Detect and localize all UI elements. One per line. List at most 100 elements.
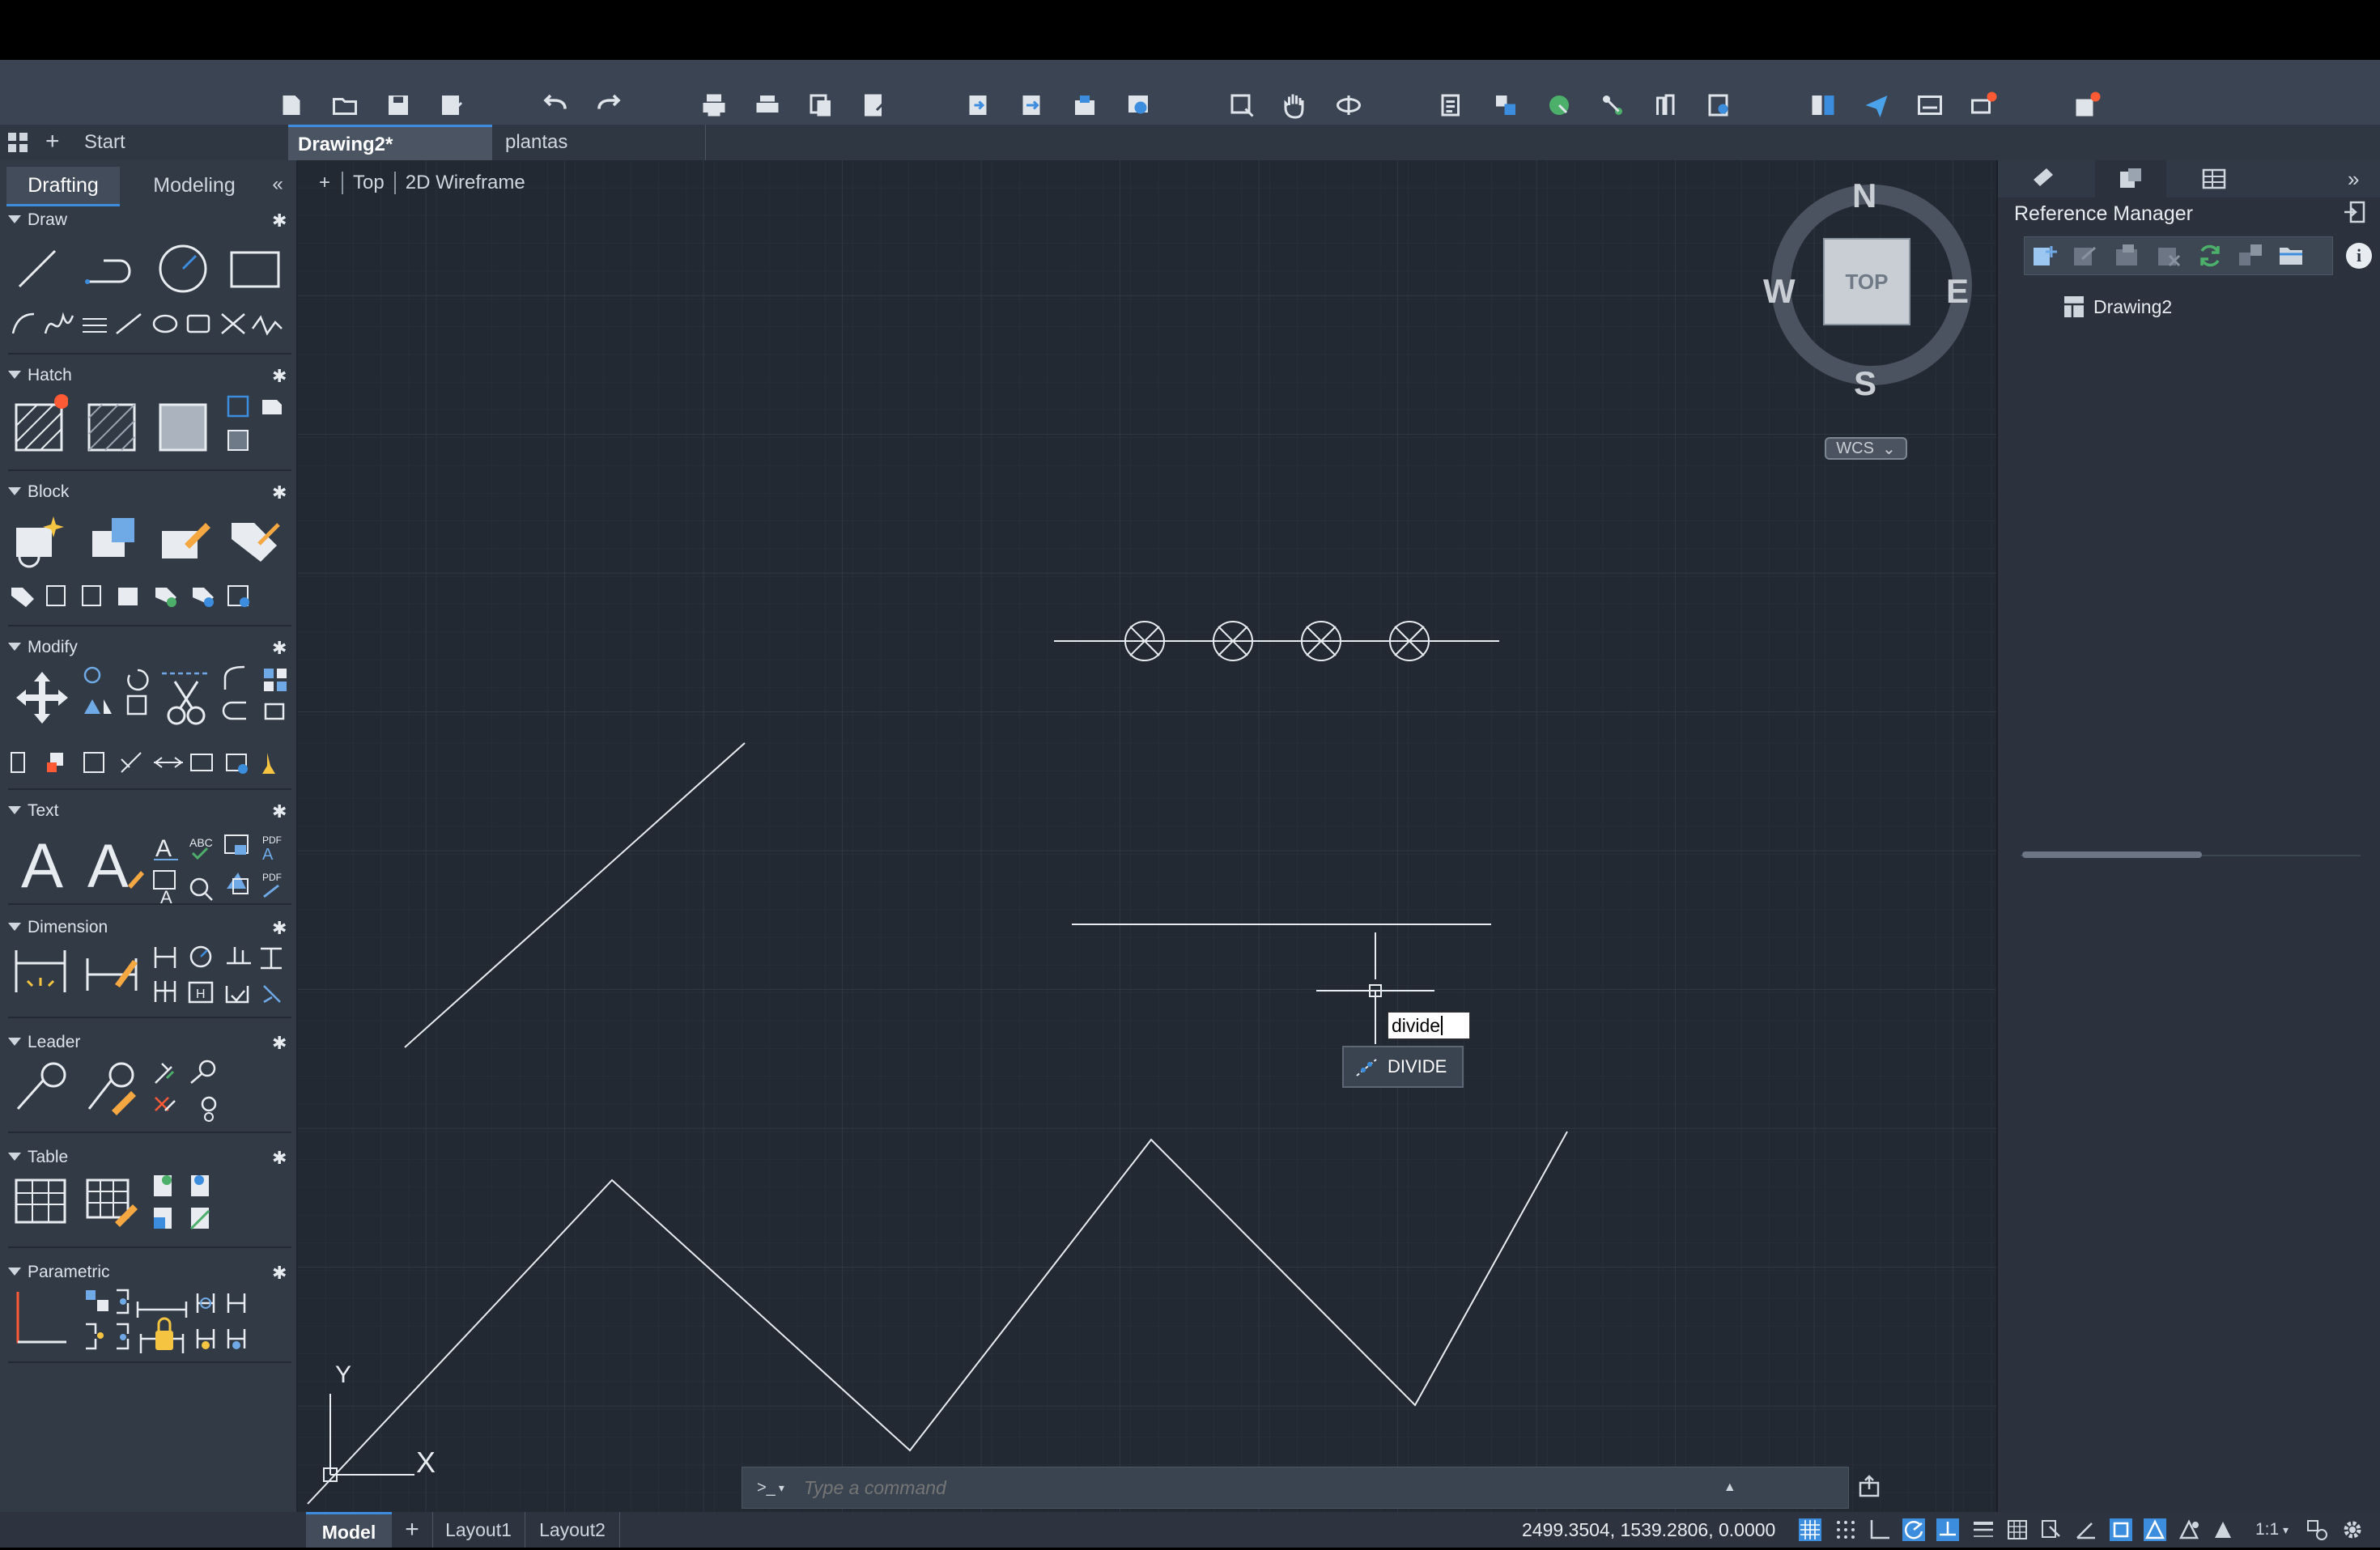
transparency-icon[interactable] xyxy=(2006,1518,2029,1541)
ortho-mode-icon[interactable] xyxy=(1868,1518,1891,1541)
tab-plantas[interactable]: plantas xyxy=(495,125,706,160)
undo-icon[interactable] xyxy=(534,84,576,126)
region-icon[interactable] xyxy=(223,392,253,421)
gradient-icon[interactable] xyxy=(84,393,141,455)
attach-reference-icon[interactable] xyxy=(2030,241,2059,270)
command-prompt-icon[interactable]: >_ xyxy=(757,1479,776,1497)
object-snap-icon[interactable] xyxy=(2110,1518,2132,1541)
save-icon[interactable] xyxy=(377,84,419,126)
table-small-tools[interactable] xyxy=(151,1169,223,1237)
reference-tree-item[interactable]: Drawing2 xyxy=(2063,295,2172,319)
snap-tracking-icon[interactable] xyxy=(2144,1518,2166,1541)
gear-icon[interactable]: ✱ xyxy=(272,638,287,659)
section-text[interactable]: Text ✱ xyxy=(0,796,296,829)
create-block-icon[interactable] xyxy=(84,512,141,568)
section-table[interactable]: Table ✱ xyxy=(0,1143,296,1175)
gear-icon[interactable]: ✱ xyxy=(272,1263,287,1284)
isometric-drafting-icon[interactable] xyxy=(1936,1518,1959,1541)
draw-tools-row[interactable] xyxy=(8,309,291,338)
text-small-tools[interactable]: A ABC PDF A A PDF xyxy=(151,829,293,907)
command-line[interactable]: >_ ▾ ▲ xyxy=(742,1467,1849,1509)
web-mobile-icon[interactable] xyxy=(1117,84,1159,126)
annotation-visibility-icon[interactable] xyxy=(2178,1518,2200,1541)
wipeout-icon[interactable] xyxy=(257,392,287,421)
tab-drafting[interactable]: Drafting xyxy=(6,167,120,206)
share-view-icon[interactable] xyxy=(1592,84,1634,126)
gear-icon[interactable]: ✱ xyxy=(272,366,287,387)
change-path-icon[interactable] xyxy=(2236,241,2265,270)
detach-reference-icon[interactable] xyxy=(2155,241,2184,270)
info-icon[interactable]: i xyxy=(2346,243,2372,269)
annotation-scale-icon[interactable] xyxy=(2212,1518,2234,1541)
section-hatch[interactable]: Hatch ✱ xyxy=(0,361,296,393)
match-properties-icon[interactable] xyxy=(1485,84,1527,126)
batch-plot-icon[interactable] xyxy=(746,84,788,126)
modify-small-tools-2[interactable] xyxy=(219,662,296,746)
add-layout-plus-icon[interactable]: + xyxy=(400,1512,424,1548)
line-tool-icon[interactable] xyxy=(13,244,62,293)
folder-view-icon[interactable] xyxy=(2276,241,2306,270)
gear-icon[interactable]: ✱ xyxy=(272,801,287,822)
compass-north[interactable]: N xyxy=(1852,176,1876,215)
leader-small-tools[interactable] xyxy=(151,1054,248,1122)
selection-cycling-icon[interactable] xyxy=(2040,1518,2063,1541)
lineweight-icon[interactable] xyxy=(1972,1518,1995,1541)
modify-small-tools-1[interactable] xyxy=(81,664,162,745)
history-up-icon[interactable]: ▲ xyxy=(1723,1480,1736,1495)
move-icon[interactable] xyxy=(11,667,73,728)
viewport-menu-button[interactable]: + xyxy=(319,172,342,194)
command-input[interactable] xyxy=(801,1472,1664,1503)
dynamic-ucs-icon[interactable] xyxy=(2074,1518,2097,1541)
gear-icon[interactable]: ✱ xyxy=(272,918,287,939)
dock-panel-icon[interactable] xyxy=(2343,199,2370,227)
drawing-canvas[interactable]: Y X + Top 2D Wireframe TOP N S E W WCS ⌄… xyxy=(298,160,1996,1512)
multileader-icon[interactable] xyxy=(11,1057,70,1115)
parametric-small-tools[interactable] xyxy=(78,1285,296,1353)
reload-reference-icon[interactable] xyxy=(2113,241,2142,270)
multiline-text-icon[interactable]: A xyxy=(11,829,73,902)
send-icon[interactable] xyxy=(1855,84,1898,126)
panel-scrollbar[interactable] xyxy=(2022,851,2202,858)
table-icon[interactable] xyxy=(11,1172,70,1230)
dimension-small-tools[interactable]: H xyxy=(151,939,293,1007)
save-as-icon[interactable] xyxy=(431,84,473,126)
gear-icon[interactable]: ✱ xyxy=(272,1148,287,1169)
redo-icon[interactable] xyxy=(588,84,630,126)
grid-menu-icon[interactable] xyxy=(6,131,29,154)
insert-block-icon[interactable] xyxy=(11,512,68,568)
expand-panel-button[interactable]: » xyxy=(2348,167,2359,192)
settings-gear-icon[interactable] xyxy=(2341,1518,2364,1541)
geolocation-icon[interactable] xyxy=(1538,84,1580,126)
layout-tab-layout1[interactable]: Layout1 xyxy=(432,1512,524,1548)
notifications-icon[interactable] xyxy=(2066,84,2108,126)
canvas-drawing[interactable] xyxy=(298,160,1996,1512)
edit-block-icon[interactable] xyxy=(155,512,212,568)
boundary-icon[interactable] xyxy=(155,393,212,455)
properties-tab-icon[interactable] xyxy=(2030,165,2059,193)
circle-tool-icon[interactable] xyxy=(155,241,210,296)
share-icon[interactable] xyxy=(1064,84,1106,126)
page-setup-icon[interactable] xyxy=(853,84,895,126)
single-line-text-icon[interactable]: A xyxy=(84,829,146,902)
open-folder-icon[interactable] xyxy=(324,84,366,126)
zoom-window-icon[interactable] xyxy=(1221,84,1263,126)
viewcube-top-face[interactable]: TOP xyxy=(1823,238,1910,325)
compass-west[interactable]: W xyxy=(1763,272,1796,311)
coordinates-readout[interactable]: 2499.3504, 1539.2806, 0.0000 xyxy=(1522,1512,1775,1548)
reference-manager-tab-icon[interactable] xyxy=(2095,160,2166,197)
autocomplete-suggestion[interactable]: DIVIDE xyxy=(1342,1046,1464,1088)
compare-icon[interactable] xyxy=(1802,84,1844,126)
layout-tab-model[interactable]: Model xyxy=(306,1512,392,1548)
section-modify[interactable]: Modify ✱ xyxy=(0,633,296,665)
layer-properties-icon[interactable] xyxy=(1431,84,1473,126)
block-tools-row[interactable] xyxy=(8,580,291,612)
pan-hand-icon[interactable] xyxy=(1274,84,1316,126)
section-leader[interactable]: Leader ✱ xyxy=(0,1028,296,1060)
visual-style-selector[interactable]: 2D Wireframe xyxy=(393,172,535,194)
rectangle-tool-icon[interactable] xyxy=(227,244,283,293)
auto-constrain-icon[interactable] xyxy=(11,1287,70,1348)
dynamic-input-field[interactable]: divide xyxy=(1388,1012,1470,1039)
migrate-icon[interactable] xyxy=(1962,84,2004,126)
view-selector[interactable]: Top xyxy=(342,172,394,194)
workspace-switch-icon[interactable] xyxy=(2306,1518,2328,1541)
